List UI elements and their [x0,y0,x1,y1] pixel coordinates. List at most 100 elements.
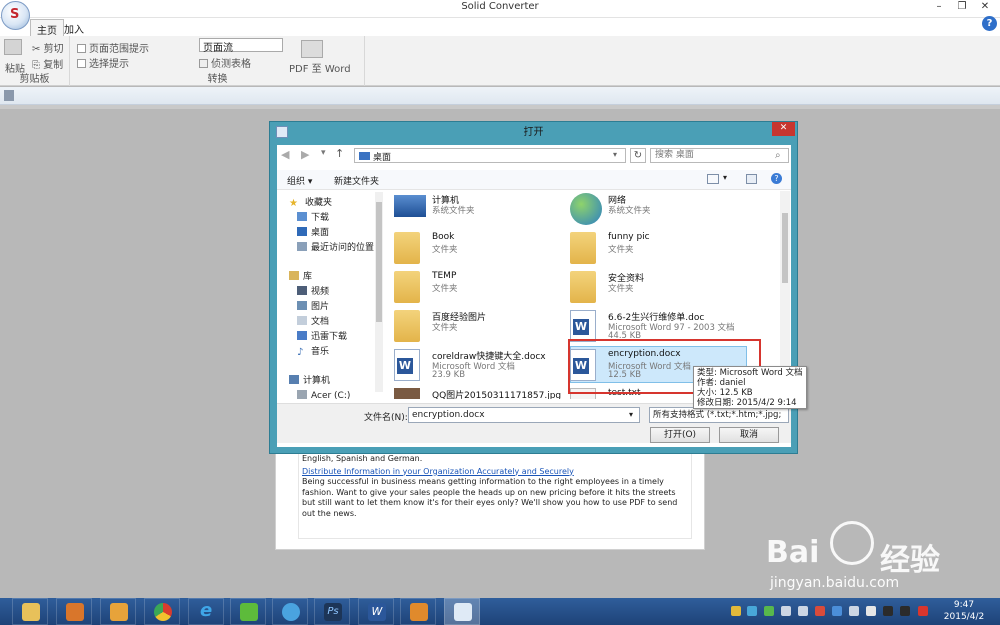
detect-tables-checkbox[interactable]: 侦测表格 [199,55,251,70]
file-item[interactable]: TEMP 文件夹 [394,269,569,307]
copy-button[interactable]: ⎘ 复制 [32,56,63,71]
tab-addin[interactable]: 加入 [58,19,90,36]
tray-icon[interactable] [764,606,774,616]
tray-icon[interactable] [832,606,842,616]
system-clock[interactable]: 9:47 2015/4/2 [932,599,996,624]
qq-icon[interactable] [900,606,910,616]
view-dropdown-icon[interactable]: ▾ [723,173,727,182]
file-item[interactable]: funny pic 文件夹 [570,230,745,268]
taskbar-app[interactable] [56,598,92,625]
up-icon[interactable]: ↑ [335,147,344,160]
nav-favorites[interactable]: ★ 收藏夹 [289,197,332,211]
forward-icon[interactable]: ▶ [301,148,309,161]
filename-dropdown-icon[interactable]: ▾ [629,408,633,422]
filename-input[interactable]: encryption.docx ▾ [408,407,640,423]
tray-shield-icon[interactable] [731,606,741,616]
document-icon [297,316,307,325]
minimize-button[interactable]: – [928,0,950,15]
ribbon: 粘贴 ✂ 剪切 ⎘ 复制 剪贴板 页面范围提示 选择提示 页面流 侦测表格 PD… [0,36,1000,86]
refresh-icon[interactable]: ↻ [630,148,646,163]
file-item[interactable]: 网络 系统文件夹 [570,191,745,229]
view-icon[interactable] [707,174,719,184]
file-item[interactable]: W coreldraw快捷键大全.docx Microsoft Word 文档 … [394,347,569,385]
taskbar-solid-converter[interactable] [444,598,480,625]
address-bar[interactable]: 桌面 ▾ [354,148,626,163]
paste-icon[interactable] [4,39,22,55]
nav-computer[interactable]: 计算机 [289,375,330,389]
restore-button[interactable]: ❐ [951,0,973,15]
star-icon: ★ [289,198,298,209]
taskbar-explorer[interactable] [12,598,48,625]
nav-acer-label: Acer (C:) [311,391,351,401]
file-item[interactable]: 安全资料 文件夹 [570,269,745,307]
pdf-to-word-icon[interactable] [301,40,323,58]
app-logo-icon[interactable]: S [1,1,30,30]
taskbar-wechat[interactable] [230,598,266,625]
organize-button[interactable]: 组织 ▾ [287,174,312,187]
nav-pictures[interactable]: 图片 [297,301,329,315]
dialog-close-button[interactable]: ✕ [772,122,795,136]
nav-videos[interactable]: 视频 [297,286,329,300]
help-icon-dialog[interactable]: ? [771,173,782,184]
address-dropdown-icon[interactable]: ▾ [613,150,617,159]
layout-select[interactable]: 页面流 [199,38,283,54]
page-range-checkbox[interactable]: 页面范围提示 [77,40,149,55]
taskbar-chrome[interactable] [144,598,180,625]
recent-dropdown-icon[interactable]: ▾ [321,148,326,158]
breadcrumb-desktop[interactable]: 桌面 [373,150,391,163]
nav-acer[interactable]: Acer (C:) [297,390,350,404]
file-name: QQ图片20150311171857.jpg [432,391,562,399]
taskbar-app2[interactable] [272,598,308,625]
back-icon[interactable]: ◀ [281,148,289,161]
select-prompt-label: 选择提示 [89,59,129,70]
save-icon[interactable] [4,90,14,101]
file-item[interactable]: Book 文件夹 [394,230,569,268]
qq-icon[interactable] [883,606,893,616]
taskbar-outlook[interactable] [100,598,136,625]
tray-icon[interactable] [781,606,791,616]
file-type-filter[interactable]: 所有支持格式 (*.txt;*.htm;*.jpg; [649,407,789,423]
file-item[interactable]: QQ图片20150311171857.jpg [394,386,569,399]
nav-documents[interactable]: 文档 [297,316,329,330]
cancel-button[interactable]: 取消 [719,427,779,443]
cut-button[interactable]: ✂ 剪切 [32,40,64,55]
network-icon[interactable] [849,606,859,616]
nav-scrollbar[interactable] [375,192,383,392]
tray-icon[interactable] [747,606,757,616]
taskbar-word[interactable]: W [358,598,394,625]
taskbar-pdf[interactable] [400,598,436,625]
clock-date: 2015/4/2 [943,612,985,622]
nav-library[interactable]: 库 [289,271,312,285]
taskbar-ie[interactable]: e [188,598,224,625]
new-folder-button[interactable]: 新建文件夹 [334,174,379,187]
nav-music[interactable]: ♪ 音乐 [297,346,329,360]
help-icon[interactable]: ? [982,16,997,31]
nav-desktop[interactable]: 桌面 [297,227,329,241]
nav-downloads[interactable]: 下载 [297,212,329,226]
search-input[interactable]: 搜索 桌面 ⌕ [650,148,789,163]
folder-icon [570,232,596,264]
taskbar-photoshop[interactable]: Ps [314,598,350,625]
image-file-icon [394,388,420,399]
tray-icon[interactable] [866,606,876,616]
tray-icon[interactable] [815,606,825,616]
filename-label: 文件名(N): [364,413,408,423]
computer-icon [394,195,426,217]
file-item[interactable]: 百度经验图片 文件夹 [394,308,569,346]
ribbon-tabs: 主页 加入 [0,18,1000,37]
open-button[interactable]: 打开(O) [650,427,710,443]
dialog-title: 打开 [523,127,544,138]
nav-thunder[interactable]: 迅雷下载 [297,331,347,345]
select-prompt-checkbox[interactable]: 选择提示 [77,55,129,70]
close-button[interactable]: ✕ [974,0,996,15]
folder-icon [394,310,420,342]
clipboard-group: 粘贴 ✂ 剪切 ⎘ 复制 剪贴板 [0,36,70,86]
nav-recent-label: 最近访问的位置 [311,243,375,253]
tray-icon[interactable] [918,606,928,616]
nav-recent[interactable]: 最近访问的位置 [297,242,374,256]
doc-heading-link[interactable]: Distribute Information in your Organizat… [302,467,688,478]
file-item[interactable]: 计算机 系统文件夹 [394,191,569,229]
volume-icon[interactable] [798,606,808,616]
preview-pane-icon[interactable] [746,174,757,184]
file-name: funny pic [608,232,650,242]
